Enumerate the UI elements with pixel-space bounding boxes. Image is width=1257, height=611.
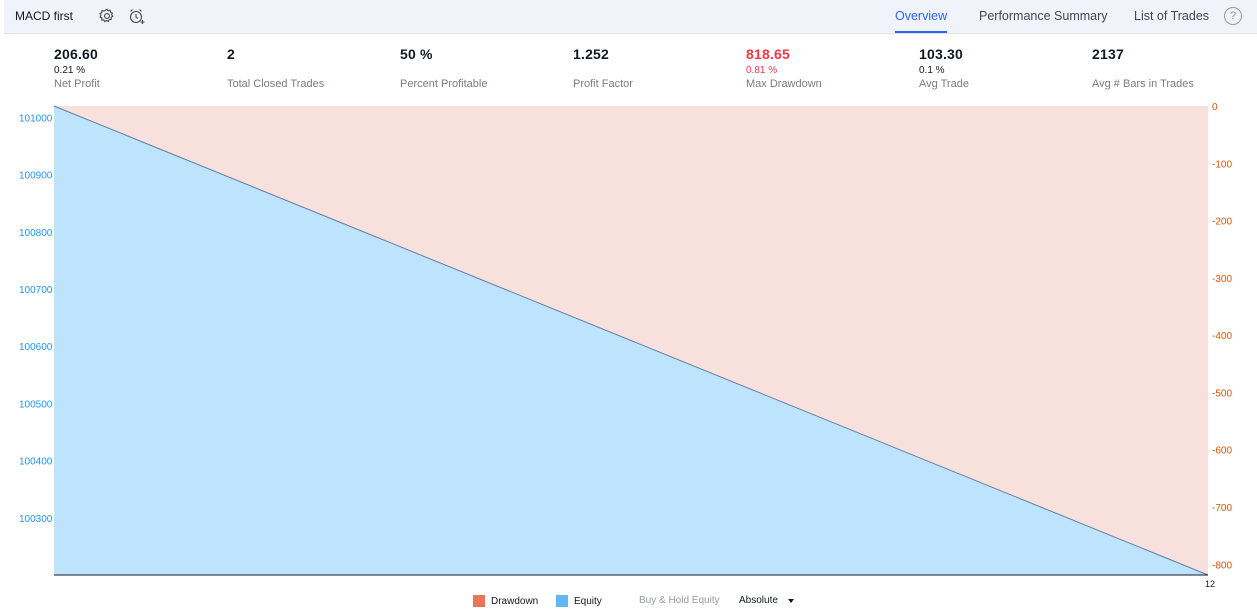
right-axis-tick: -100 [1212, 159, 1232, 170]
right-axis-tick: -600 [1212, 446, 1232, 457]
x-axis-tick: 12 [1205, 579, 1215, 589]
mode-dropdown-label: Absolute [739, 595, 778, 606]
metric-value: 1.252 [573, 46, 610, 62]
alarm-clock-add-icon[interactable] [128, 7, 146, 25]
metric-label: Total Closed Trades [227, 78, 325, 90]
metric-percent [573, 65, 743, 77]
left-axis-tick: 100500 [19, 399, 53, 410]
legend-buy-hold[interactable]: Buy & Hold Equity [639, 595, 720, 606]
metric-value: 818.65 [746, 46, 791, 62]
report-header: MACD first Overview Performance Summary … [4, 0, 1257, 34]
metric-value: 103.30 [919, 46, 964, 62]
metric-value: 2137 [1092, 46, 1124, 62]
strategy-name: MACD first [15, 9, 73, 23]
legend-equity[interactable]: Equity [556, 595, 602, 607]
metric-value: 206.60 [54, 46, 99, 62]
legend-drawdown-label: Drawdown [491, 595, 539, 607]
metric-total-closed-trades: 2 Total Closed Trades [227, 46, 397, 90]
left-axis-tick: 100900 [19, 171, 53, 182]
metric-label: Percent Profitable [400, 78, 488, 90]
metric-percent: 0.21 % [54, 65, 86, 76]
left-axis-tick: 100400 [19, 457, 53, 468]
help-icon[interactable]: ? [1224, 7, 1242, 25]
right-axis-tick: -400 [1212, 331, 1232, 342]
right-axis-tick: -700 [1212, 503, 1232, 514]
legend-drawdown[interactable]: Drawdown [473, 595, 538, 607]
metric-percent [227, 65, 397, 77]
chart-legend: Drawdown Equity Buy & Hold Equity Absolu… [0, 593, 1257, 609]
metric-value: 50 % [400, 46, 433, 62]
left-axis-tick: 100600 [19, 342, 53, 353]
right-axis-tick: -300 [1212, 274, 1232, 285]
mode-dropdown[interactable]: Absolute [739, 595, 794, 606]
metric-avg-trade: 103.30 0.1 % Avg Trade [919, 46, 1089, 90]
metric-avg-bars-in-trades: 2137 Avg # Bars in Trades [1092, 46, 1257, 90]
metric-label: Max Drawdown [746, 78, 822, 90]
right-axis-tick: 0 [1212, 102, 1218, 113]
drawdown-swatch [473, 595, 485, 607]
tab-list-of-trades[interactable]: List of Trades [1134, 9, 1209, 23]
left-axis-tick: 100800 [19, 228, 53, 239]
right-axis-tick: -800 [1212, 560, 1232, 571]
equity-swatch [556, 595, 568, 607]
metric-label: Avg Trade [919, 78, 969, 90]
metric-label: Avg # Bars in Trades [1092, 78, 1194, 90]
gear-icon[interactable] [98, 7, 116, 25]
right-axis-tick: -500 [1212, 388, 1232, 399]
legend-equity-label: Equity [574, 595, 602, 607]
metric-percent: 0.81 % [746, 65, 778, 76]
metric-label: Profit Factor [573, 78, 633, 90]
left-axis-tick: 100300 [19, 514, 53, 525]
metric-percent [400, 65, 570, 77]
right-axis-tick: -200 [1212, 217, 1232, 228]
tab-performance-summary[interactable]: Performance Summary [979, 9, 1108, 23]
metric-label: Net Profit [54, 78, 100, 90]
legend-buy-hold-label: Buy & Hold Equity [639, 595, 720, 606]
metric-percent-profitable: 50 % Percent Profitable [400, 46, 570, 90]
chevron-down-icon [787, 598, 794, 603]
left-axis-tick: 100700 [19, 285, 53, 296]
tab-overview[interactable]: Overview [895, 9, 948, 33]
metric-percent [1092, 65, 1257, 77]
metric-value: 2 [227, 46, 235, 62]
metric-profit-factor: 1.252 Profit Factor [573, 46, 743, 90]
equity-drawdown-chart[interactable]: 101000 100900 100800 100700 100600 100500 1004… [0, 100, 1257, 590]
left-axis-tick: 101000 [19, 113, 53, 124]
metric-percent: 0.1 % [919, 65, 945, 76]
metric-max-drawdown: 818.65 0.81 % Max Drawdown [746, 46, 916, 90]
metric-net-profit: 206.60 0.21 % Net Profit [54, 46, 224, 90]
